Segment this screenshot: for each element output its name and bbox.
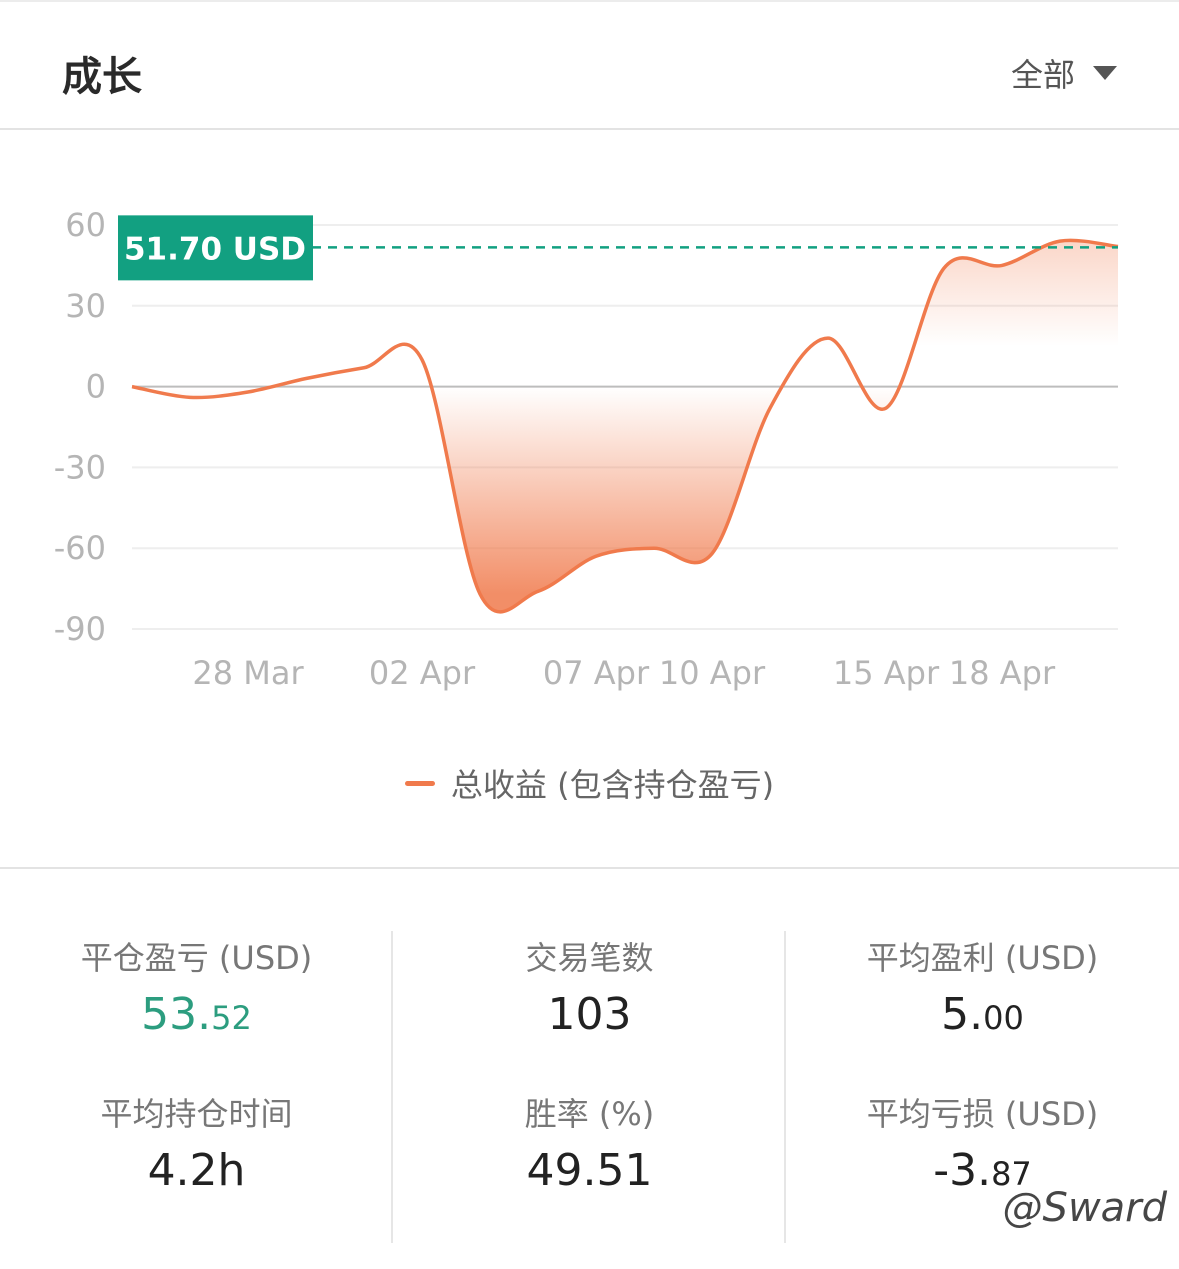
stat-value: 103 bbox=[547, 989, 632, 1040]
legend-label: 总收益 (包含持仓盈亏) bbox=[450, 766, 775, 804]
x-tick-label: 02 Apr bbox=[369, 654, 476, 692]
x-tick-label: 15 Apr bbox=[833, 654, 940, 692]
x-tick-label: 18 Apr bbox=[949, 654, 1056, 692]
x-tick-label: 07 Apr bbox=[543, 654, 650, 692]
legend-swatch bbox=[404, 780, 435, 786]
stats-column-1: 平仓盈亏 (USD) 53.52 平均持仓时间 4.2h bbox=[0, 869, 393, 1269]
stat-label: 平均持仓时间 bbox=[100, 1095, 293, 1133]
stat-value-int: 53. bbox=[141, 989, 212, 1040]
stat-label: 平均盈利 (USD) bbox=[866, 939, 1099, 977]
stat-avg-profit: 平均盈利 (USD) 5.00 bbox=[786, 933, 1179, 1040]
stats-column-2: 交易笔数 103 胜率 (%) 49.51 bbox=[393, 869, 786, 1269]
y-tick-label: -90 bbox=[54, 610, 106, 648]
y-tick-label: 0 bbox=[86, 368, 106, 406]
stat-value-dec: 00 bbox=[983, 999, 1024, 1037]
stat-win-rate: 胜率 (%) 49.51 bbox=[393, 1089, 786, 1196]
page-title: 成长 bbox=[62, 54, 142, 100]
stat-label: 胜率 (%) bbox=[524, 1095, 655, 1133]
x-tick-label: 10 Apr bbox=[659, 654, 766, 692]
growth-chart: 51.70 USD 60 30 0 -30 -60 -90 28 Mar 02 Apr 07 A… bbox=[54, 206, 1119, 692]
y-tick-label: 30 bbox=[65, 287, 106, 325]
stat-value: 49.51 bbox=[526, 1145, 653, 1196]
header: 成长 全部 bbox=[0, 0, 1179, 130]
y-tick-label: -30 bbox=[54, 448, 106, 486]
stat-value-dec: 52 bbox=[211, 999, 252, 1037]
filter-label: 全部 bbox=[1010, 56, 1075, 94]
stat-value-int: -3. bbox=[933, 1145, 992, 1196]
range-filter-dropdown[interactable]: 全部 bbox=[1011, 50, 1117, 96]
stat-avg-loss: 平均亏损 (USD) -3.87 bbox=[786, 1089, 1179, 1196]
chart-legend: 总收益 (包含持仓盈亏) bbox=[0, 760, 1179, 806]
stat-label: 交易笔数 bbox=[525, 939, 654, 977]
watermark: @Sward bbox=[1002, 1185, 1167, 1231]
current-value-label: 51.70 USD bbox=[124, 231, 306, 267]
stat-value: 4.2h bbox=[147, 1145, 246, 1196]
stat-trade-count: 交易笔数 103 bbox=[393, 933, 786, 1040]
y-tick-label: -60 bbox=[54, 529, 106, 567]
stat-avg-hold: 平均持仓时间 4.2h bbox=[0, 1089, 393, 1196]
stat-close-pnl: 平仓盈亏 (USD) 53.52 bbox=[0, 933, 393, 1040]
stat-value: 53.52 bbox=[0, 989, 393, 1040]
stat-value-int: 5. bbox=[941, 989, 984, 1040]
x-tick-label: 28 Mar bbox=[192, 654, 304, 692]
stat-value: 5.00 bbox=[786, 989, 1179, 1040]
stat-label: 平仓盈亏 (USD) bbox=[80, 939, 313, 977]
caret-down-icon bbox=[1093, 66, 1117, 80]
stat-label: 平均亏损 (USD) bbox=[866, 1095, 1099, 1133]
y-tick-label: 60 bbox=[65, 206, 106, 244]
